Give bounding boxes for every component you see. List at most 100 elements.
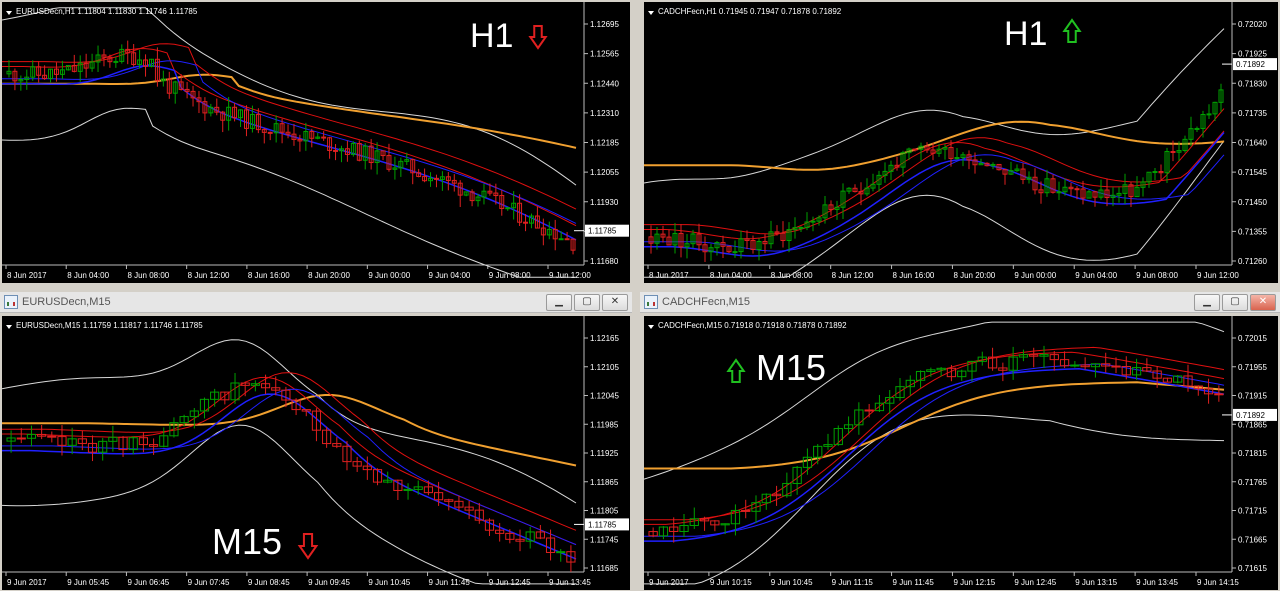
maximize-button[interactable]: ▢ [574, 294, 600, 311]
price-label: 0.71865 [1238, 420, 1267, 429]
candle-body [523, 221, 528, 224]
eurusd-m15-titlebar[interactable]: EURUSDecn,M15 ▁ ▢ ✕ [0, 292, 632, 313]
eurusd-m15-window-buttons: ▁ ▢ ✕ [546, 294, 628, 311]
time-label: 8 Jun 2017 [7, 271, 47, 280]
time-label: 9 Jun 12:45 [489, 578, 531, 587]
candle-body [810, 220, 816, 223]
candle-body [1152, 171, 1158, 174]
candle-body [864, 409, 874, 412]
cadchf-h1-svg: 0.72020 0.71925 0.71830 0.71735 0.71640 0.715… [644, 2, 1277, 280]
time-label: 9 Jun 11:15 [832, 578, 874, 587]
cadchf-h1-chart[interactable]: 0.72020 0.71925 0.71830 0.71735 0.71640 0.715… [644, 2, 1278, 283]
eurusd-h1-svg: 1.12695 1.12565 1.12440 1.12310 1.12185 1.120… [2, 2, 629, 280]
chart-header: EURUSDecn,M15 1.11759 1.11817 1.11746 1.… [16, 321, 203, 330]
cadchf-m15-titlebar[interactable]: CADCHFecn,M15 ▁ ▢ ✕ [640, 292, 1280, 313]
time-label: 8 Jun 12:00 [188, 271, 230, 280]
price-label: 1.12045 [590, 392, 619, 401]
arrow-up-icon [1062, 18, 1082, 43]
chart-window-icon [644, 295, 658, 309]
minimize-button[interactable]: ▁ [1194, 294, 1220, 311]
time-label: 9 Jun 09:45 [308, 578, 350, 587]
time-label: 8 Jun 12:00 [832, 271, 874, 280]
candle-body [1111, 365, 1121, 368]
arrow-up-icon [726, 358, 746, 383]
time-label: 9 Jun 10:45 [771, 578, 813, 587]
price-label: 0.72015 [1238, 334, 1267, 343]
current-price-label: 0.71892 [1236, 60, 1265, 69]
price-label: 0.71450 [1238, 198, 1267, 207]
price-label: 0.71260 [1238, 257, 1267, 266]
time-label: 8 Jun 08:00 [771, 271, 813, 280]
bollinger-lower-band [644, 414, 1225, 585]
candle-body [912, 148, 918, 151]
candle-body [732, 251, 738, 254]
arrow-down-icon [528, 25, 548, 50]
price-label: 0.71925 [1238, 50, 1267, 59]
time-label: 9 Jun 00:00 [368, 271, 410, 280]
time-label: 9 Jun 2017 [7, 578, 47, 587]
minimize-button[interactable]: ▁ [546, 294, 572, 311]
time-label: 9 Jun 13:15 [1075, 578, 1117, 587]
candle-body [1070, 364, 1080, 367]
time-label: 9 Jun 04:00 [429, 271, 471, 280]
time-label: 9 Jun 13:45 [549, 578, 591, 587]
time-label: 9 Jun 00:00 [1014, 271, 1056, 280]
time-label: 8 Jun 16:00 [893, 271, 935, 280]
price-label: 1.11680 [590, 257, 619, 266]
timeframe-label: H1 [470, 17, 513, 55]
candle-body [333, 149, 338, 152]
price-label: 1.11865 [590, 478, 619, 487]
candle-body [1074, 188, 1080, 191]
price-label: 0.71665 [1238, 535, 1267, 544]
time-label: 9 Jun 08:00 [1136, 271, 1178, 280]
close-button[interactable]: ✕ [602, 294, 628, 311]
price-label: 0.71735 [1238, 109, 1267, 118]
price-label: 1.12440 [590, 79, 619, 88]
dropdown-triangle-icon [648, 11, 654, 15]
eurusd-m15-window-title: EURUSDecn,M15 [22, 296, 111, 308]
price-label: 1.11930 [590, 198, 619, 207]
time-label: 9 Jun 08:00 [489, 271, 531, 280]
candle-body [564, 238, 570, 241]
eurusd-m15-window: EURUSDecn,M15 ▁ ▢ ✕ 1.12165 1.12105 1.1204… [0, 292, 632, 591]
price-label: 0.71640 [1238, 139, 1267, 148]
close-button[interactable]: ✕ [1250, 294, 1276, 311]
cadchf-m15-window-title: CADCHFecn,M15 [662, 296, 751, 308]
candle-body [47, 435, 57, 438]
eurusd-h1-window: 1.12695 1.12565 1.12440 1.12310 1.12185 1.120… [0, 0, 632, 285]
dropdown-triangle-icon [6, 11, 12, 15]
maximize-button[interactable]: ▢ [1222, 294, 1248, 311]
arrow-down-icon [297, 533, 319, 560]
cadchf-m15-chart[interactable]: 0.72015 0.71955 0.71915 0.71865 0.71815 0.717… [644, 316, 1278, 590]
time-label: 9 Jun 12:00 [549, 271, 591, 280]
time-label: 9 Jun 08:45 [248, 578, 290, 587]
time-label: 9 Jun 07:45 [188, 578, 230, 587]
cadchf-h1-window: 0.72020 0.71925 0.71830 0.71735 0.71640 0.715… [640, 0, 1280, 285]
candle-body [798, 226, 804, 229]
cadchf-m15-window-buttons: ▁ ▢ ✕ [1194, 294, 1276, 311]
cadchf-m15-svg: 0.72015 0.71955 0.71915 0.71865 0.71815 0.717… [644, 316, 1277, 587]
moving-average-blue-1 [2, 64, 577, 241]
time-label: 9 Jun 2017 [649, 578, 689, 587]
time-label: 8 Jun 20:00 [308, 271, 350, 280]
price-label: 1.11925 [590, 449, 619, 458]
time-label: 8 Jun 2017 [649, 271, 689, 280]
price-label: 0.71830 [1238, 79, 1267, 88]
time-label: 9 Jun 11:45 [893, 578, 935, 587]
price-label: 1.12055 [590, 168, 619, 177]
time-label: 9 Jun 05:45 [67, 578, 109, 587]
candle-body [1214, 393, 1224, 396]
time-label: 8 Jun 04:00 [67, 271, 109, 280]
chart-header: CADCHFecn,H1 0.71945 0.71947 0.71878 0.7… [658, 7, 842, 16]
eurusd-m15-chart[interactable]: 1.12165 1.12105 1.12045 1.11985 1.11925 1.118… [2, 316, 630, 590]
time-label: 9 Jun 12:15 [953, 578, 995, 587]
time-label: 8 Jun 08:00 [127, 271, 169, 280]
time-label: 9 Jun 14:15 [1197, 578, 1239, 587]
price-label: 0.72020 [1238, 20, 1267, 29]
price-label: 0.71955 [1238, 363, 1267, 372]
eurusd-h1-chart[interactable]: 1.12695 1.12565 1.12440 1.12310 1.12185 1.120… [2, 2, 630, 283]
chart-header: EURUSDecn,H1 1.11804 1.11830 1.11746 1.1… [16, 7, 198, 16]
price-label: 1.12185 [590, 139, 619, 148]
price-label: 0.71355 [1238, 227, 1267, 236]
time-label: 8 Jun 16:00 [248, 271, 290, 280]
